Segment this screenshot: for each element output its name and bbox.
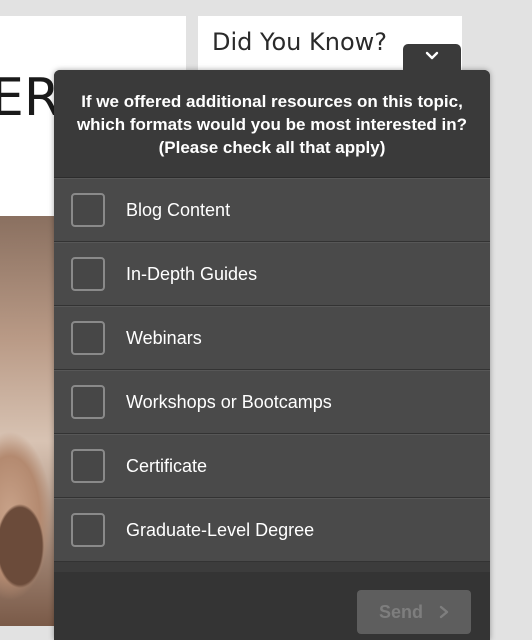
chevron-down-icon (425, 51, 439, 60)
chevron-right-icon (439, 605, 449, 619)
checkbox[interactable] (71, 193, 105, 227)
survey-footer: Send (54, 572, 490, 640)
checkbox[interactable] (71, 449, 105, 483)
hero-heading-fragment: ER (0, 68, 60, 128)
collapse-survey-button[interactable] (403, 44, 461, 74)
checkbox[interactable] (71, 513, 105, 547)
survey-option-graduate-level-degree[interactable]: Graduate-Level Degree (54, 498, 490, 562)
survey-option-blog-content[interactable]: Blog Content (54, 178, 490, 242)
survey-question: If we offered additional resources on th… (54, 70, 490, 178)
send-button[interactable]: Send (357, 590, 471, 634)
survey-option-in-depth-guides[interactable]: In-Depth Guides (54, 242, 490, 306)
option-label: Workshops or Bootcamps (126, 391, 332, 412)
checkbox[interactable] (71, 385, 105, 419)
survey-panel: If we offered additional resources on th… (54, 70, 490, 640)
survey-option-webinars[interactable]: Webinars (54, 306, 490, 370)
send-button-label: Send (378, 601, 423, 622)
option-label: Webinars (126, 327, 202, 348)
option-label: In-Depth Guides (126, 263, 258, 284)
did-you-know-title: Did You Know? (212, 28, 388, 56)
option-label: Blog Content (126, 199, 231, 220)
option-label: Graduate-Level Degree (126, 519, 315, 540)
hero-photo (0, 216, 60, 626)
option-label: Certificate (126, 455, 208, 476)
checkbox[interactable] (71, 257, 105, 291)
survey-options-list: Blog Content In-Depth Guides Webinars Wo… (54, 178, 490, 562)
survey-option-workshops-or-bootcamps[interactable]: Workshops or Bootcamps (54, 370, 490, 434)
survey-option-certificate[interactable]: Certificate (54, 434, 490, 498)
checkbox[interactable] (71, 321, 105, 355)
